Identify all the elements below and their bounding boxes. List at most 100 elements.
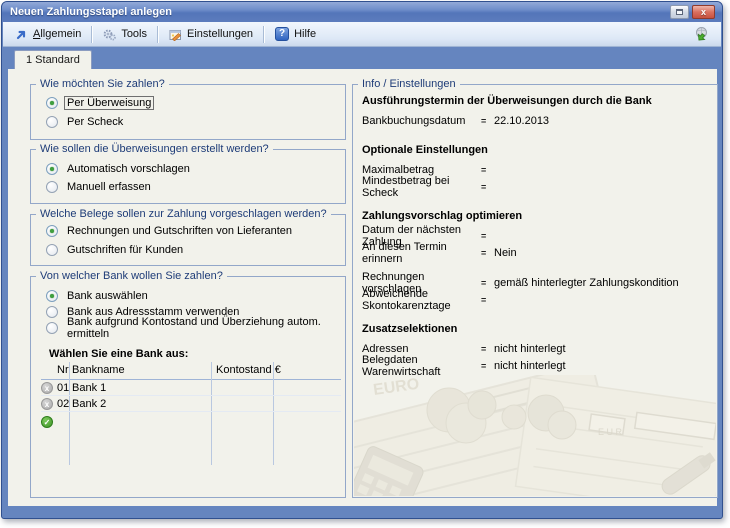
info-row: Abweichende Skontokarenztage =	[362, 291, 711, 308]
window-controls: x	[670, 5, 715, 19]
tab-standard[interactable]: 1 Standard	[14, 50, 92, 69]
send-online-button[interactable]	[686, 24, 716, 44]
info-body: Ausführungstermin der Überweisungen durc…	[362, 95, 711, 374]
group-title: Welche Belege sollen zur Zahlung vorgesc…	[36, 208, 331, 220]
svg-text:E U R: E U R	[598, 427, 623, 437]
table-row[interactable]: x 02 Bank 2	[41, 397, 341, 412]
window-title: Neuen Zahlungsstapel anlegen	[10, 6, 172, 18]
radio-per-ueberweisung[interactable]	[46, 97, 58, 109]
page-content: Wie möchten Sie zahlen? Per Überweisung …	[8, 69, 717, 506]
bank-table-caption: Wählen Sie eine Bank aus:	[49, 348, 188, 360]
radio-label[interactable]: Automatisch vorschlagen	[67, 163, 190, 175]
equals-icon: =	[481, 248, 494, 258]
radio-bank-auswaehlen[interactable]	[46, 290, 58, 302]
radio-gutschriften-kunden[interactable]	[46, 244, 58, 256]
arrow-ne-icon	[15, 28, 28, 41]
gears-icon	[103, 28, 116, 41]
info-label: Mindestbetrag bei Scheck	[362, 175, 481, 199]
equals-icon: =	[481, 344, 494, 354]
bank-table-header: Nr Bankname Kontostand €	[41, 364, 341, 377]
equals-icon: =	[481, 295, 494, 305]
column-header-kontostand: Kontostand €	[216, 364, 281, 376]
close-button[interactable]: x	[692, 5, 715, 19]
group-title: Info / Einstellungen	[358, 78, 460, 90]
group-creation-mode: Wie sollen die Überweisungen erstellt we…	[30, 149, 346, 204]
radio-label[interactable]: Rechnungen und Gutschriften von Lieferan…	[67, 225, 292, 237]
info-label: An diesen Termin erinnern	[362, 241, 481, 265]
column-separator	[211, 362, 212, 465]
column-header-bankname: Bankname	[72, 364, 125, 376]
radio-label[interactable]: Per Überweisung	[64, 96, 154, 110]
settings-window-icon	[169, 28, 182, 41]
info-label: Belegdaten Warenwirtschaft	[362, 354, 481, 378]
cell-bankname: Bank 2	[72, 398, 106, 410]
info-section-heading: Zusatzselektionen	[362, 323, 711, 340]
equals-icon: =	[481, 165, 494, 175]
column-separator	[69, 362, 70, 465]
equals-icon: =	[481, 116, 494, 126]
help-icon: ?	[275, 27, 289, 41]
equals-icon: =	[481, 231, 494, 241]
info-value: gemäß hinterlegter Zahlungskondition	[494, 277, 679, 289]
column-header-nr: Nr	[57, 364, 69, 376]
info-section-heading: Ausführungstermin der Überweisungen durc…	[362, 95, 711, 112]
radio-rechnungen-lieferanten[interactable]	[46, 225, 58, 237]
table-row[interactable]: x 01 Bank 1	[41, 381, 341, 396]
cell-nr: 02	[57, 398, 69, 410]
watermark-euro-text: EURO	[372, 376, 420, 399]
radio-label[interactable]: Gutschriften für Kunden	[67, 244, 183, 256]
radio-bank-automatisch[interactable]	[46, 322, 58, 334]
toolbar-separator	[157, 26, 159, 43]
cell-nr: 01	[57, 382, 69, 394]
table-header-line	[41, 379, 341, 380]
info-value: nicht hinterlegt	[494, 343, 566, 355]
info-row: Belegdaten Warenwirtschaft = nicht hinte…	[362, 357, 711, 374]
restore-button[interactable]	[670, 5, 689, 19]
globe-download-icon	[693, 26, 709, 42]
radio-label[interactable]: Bank auswählen	[67, 290, 148, 302]
toolbar-separator	[263, 26, 265, 43]
deselect-icon[interactable]: x	[41, 382, 53, 394]
group-title: Von welcher Bank wollen Sie zahlen?	[36, 270, 227, 282]
radio-label[interactable]: Bank aufgrund Kontostand und Überziehung…	[67, 316, 345, 340]
cell-bankname: Bank 1	[72, 382, 106, 394]
group-bank-selection: Von welcher Bank wollen Sie zahlen? Bank…	[30, 276, 346, 498]
group-title: Wie möchten Sie zahlen?	[36, 78, 169, 90]
info-label: Bankbuchungsdatum	[362, 115, 481, 127]
titlebar[interactable]: Neuen Zahlungsstapel anlegen x	[2, 2, 722, 22]
group-title: Wie sollen die Überweisungen erstellt we…	[36, 143, 273, 155]
menu-allgemein[interactable]: Allgemein	[8, 26, 88, 43]
restore-icon	[676, 9, 683, 15]
close-icon: x	[701, 7, 706, 17]
radio-automatisch[interactable]	[46, 163, 58, 175]
toolbar-separator	[91, 26, 93, 43]
group-info-einstellungen: Info / Einstellungen Ausführungstermin d…	[352, 84, 718, 498]
group-document-types: Welche Belege sollen zur Zahlung vorgesc…	[30, 214, 346, 266]
tab-strip: 1 Standard	[2, 47, 722, 69]
menu-hilfe[interactable]: ? Hilfe	[268, 25, 323, 43]
radio-bank-adressstamm[interactable]	[46, 306, 58, 318]
toolbar: Allgemein Tools Einstellungen ? Hilfe	[3, 22, 721, 47]
info-section-heading: Optionale Einstellungen	[362, 144, 711, 161]
group-payment-method: Wie möchten Sie zahlen? Per Überweisung …	[30, 84, 346, 140]
menu-einstellungen[interactable]: Einstellungen	[162, 26, 260, 43]
radio-label[interactable]: Manuell erfassen	[67, 181, 151, 193]
info-row: An diesen Termin erinnern = Nein	[362, 244, 711, 261]
info-value: 22.10.2013	[494, 115, 549, 127]
radio-per-scheck[interactable]	[46, 116, 58, 128]
column-separator	[273, 362, 274, 465]
equals-icon: =	[481, 182, 494, 192]
bank-table: Nr Bankname Kontostand € x 01 Bank 1 x	[41, 362, 341, 467]
radio-manuell[interactable]	[46, 181, 58, 193]
dialog-window: Neuen Zahlungsstapel anlegen x Allgemein…	[1, 1, 723, 519]
info-row: Mindestbetrag bei Scheck =	[362, 178, 711, 195]
info-value: Nein	[494, 247, 517, 259]
confirm-check-icon[interactable]: ✓	[41, 416, 53, 428]
equals-icon: =	[481, 278, 494, 288]
euro-watermark-image: EURO E U R	[354, 375, 716, 496]
info-row: Bankbuchungsdatum = 22.10.2013	[362, 112, 711, 129]
info-label: Abweichende Skontokarenztage	[362, 288, 481, 312]
radio-label[interactable]: Per Scheck	[67, 116, 123, 128]
menu-tools[interactable]: Tools	[96, 26, 154, 43]
deselect-icon[interactable]: x	[41, 398, 53, 410]
